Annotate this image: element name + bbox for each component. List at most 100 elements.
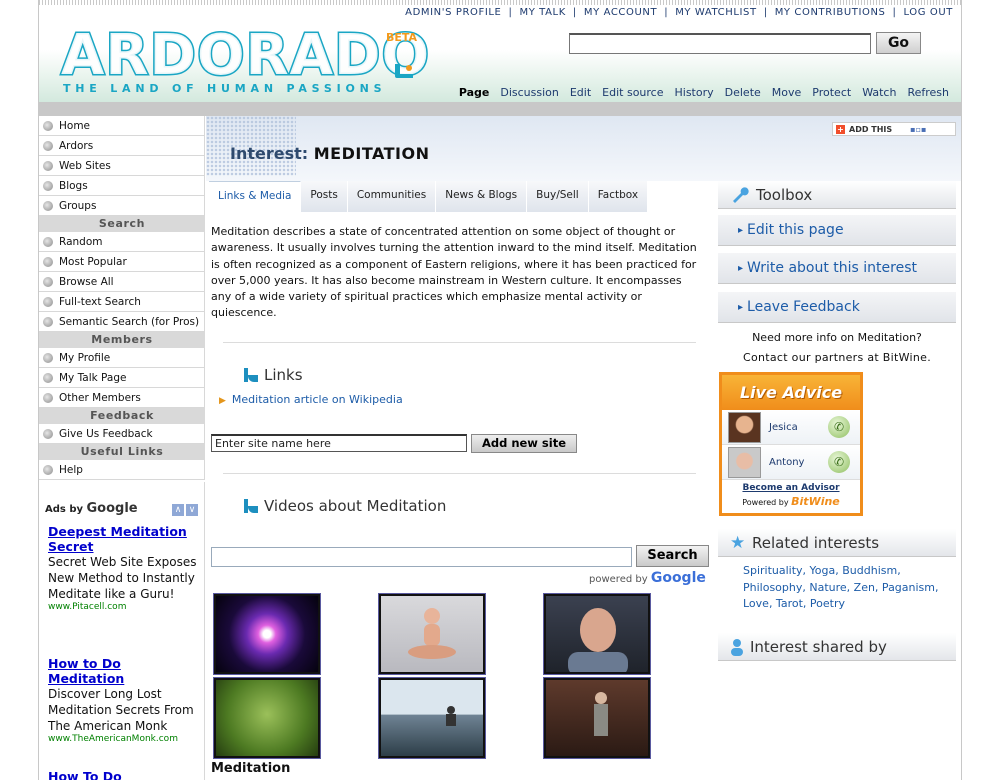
sidebar-item-full-text-search[interactable]: Full-text Search: [39, 292, 205, 312]
phone-icon[interactable]: ✆: [828, 451, 850, 473]
sidebar-item-my-talk-page[interactable]: My Talk Page: [39, 368, 205, 388]
tab-communities[interactable]: Communities: [347, 181, 437, 212]
site-search-input[interactable]: [569, 33, 871, 54]
top-nav: ADMIN'S PROFILE | MY TALK | MY ACCOUNT | MY…: [405, 7, 953, 18]
sidebar-item-give-us-feedback[interactable]: Give Us Feedback: [39, 424, 205, 444]
action-move[interactable]: Move: [772, 86, 802, 99]
silhouette-icon: [446, 706, 456, 726]
advisor-name: Antony: [769, 456, 805, 468]
my-talk-link[interactable]: MY TALK: [519, 7, 565, 18]
ad-description: Secret Web Site Exposes New Method to In…: [48, 555, 197, 601]
admins-profile-link[interactable]: ADMIN'S PROFILE: [405, 7, 501, 18]
sidebar: Home Ardors Web Sites Blogs Groups Searc…: [39, 116, 205, 480]
sidebar-item-help[interactable]: Help: [39, 460, 205, 480]
video-caption: Meditation: [211, 761, 291, 776]
tab-news-blogs[interactable]: News & Blogs: [436, 181, 528, 212]
video-thumbnail[interactable]: [378, 677, 486, 759]
bullet-icon: [43, 120, 53, 131]
standing-person-icon: [594, 692, 608, 736]
ads-next-icon[interactable]: ∨: [186, 504, 198, 516]
ad-item: How to Do Meditation Discover Long Lost …: [48, 656, 198, 744]
video-search-input[interactable]: [211, 547, 632, 567]
sidebar-item-ardors[interactable]: Ardors: [39, 136, 205, 156]
ads-by-google[interactable]: Ads by Google: [45, 501, 138, 516]
video-thumbnail[interactable]: [213, 677, 321, 759]
bullet-icon: [43, 276, 53, 287]
sidebar-item-semantic-search[interactable]: Semantic Search (for Pros): [39, 312, 205, 332]
action-edit-source[interactable]: Edit source: [602, 86, 663, 99]
video-thumbnail[interactable]: [378, 593, 486, 675]
section-logo-icon: [244, 499, 258, 513]
video-search-button[interactable]: Search: [636, 545, 709, 567]
leave-feedback-button[interactable]: Leave Feedback: [718, 292, 956, 323]
wrench-icon: [733, 186, 749, 203]
tab-posts[interactable]: Posts: [301, 181, 348, 212]
arrow-icon: ▶: [219, 396, 226, 406]
log-out-link[interactable]: LOG OUT: [903, 7, 953, 18]
video-thumbnail[interactable]: [543, 593, 651, 675]
logo-fill: ARDORADO: [61, 23, 431, 88]
bullet-icon: [43, 160, 53, 171]
link-wikipedia[interactable]: ▶ Meditation article on Wikipedia: [219, 393, 403, 406]
tab-factbox[interactable]: Factbox: [588, 181, 649, 212]
videos-heading: Videos about Meditation: [244, 497, 446, 515]
sidebar-item-my-profile[interactable]: My Profile: [39, 348, 205, 368]
bullet-icon: [43, 140, 53, 151]
sidebar-item-home[interactable]: Home: [39, 116, 205, 136]
write-about-interest-button[interactable]: Write about this interest: [718, 253, 956, 284]
sidebar-heading-feedback: Feedback: [39, 408, 205, 424]
become-advisor-link[interactable]: Become an Advisor: [722, 483, 860, 493]
sidebar-item-blogs[interactable]: Blogs: [39, 176, 205, 196]
sidebar-item-other-members[interactable]: Other Members: [39, 388, 205, 408]
top-stripe: [39, 0, 961, 5]
share-icons: ▪▫▪: [910, 124, 927, 134]
site-name-input[interactable]: Enter site name here: [211, 434, 467, 452]
bullet-icon: [43, 392, 53, 403]
sidebar-item-browse-all[interactable]: Browse All: [39, 272, 205, 292]
sidebar-item-groups[interactable]: Groups: [39, 196, 205, 216]
action-history[interactable]: History: [675, 86, 714, 99]
ad-url[interactable]: www.Pitacell.com: [48, 602, 198, 612]
my-contributions-link[interactable]: MY CONTRIBUTIONS: [775, 7, 886, 18]
go-button[interactable]: Go: [876, 32, 921, 54]
sidebar-item-web-sites[interactable]: Web Sites: [39, 156, 205, 176]
tab-buy-sell[interactable]: Buy/Sell: [527, 181, 589, 212]
ads-prev-icon[interactable]: ∧: [172, 504, 184, 516]
action-watch[interactable]: Watch: [862, 86, 896, 99]
video-thumbnail[interactable]: [213, 593, 321, 675]
ad-title[interactable]: How To Do Meditation?: [48, 769, 198, 780]
section-logo-icon: [244, 368, 258, 382]
action-page[interactable]: Page: [459, 86, 490, 99]
advisor-row[interactable]: Jesica ✆: [722, 410, 860, 445]
my-watchlist-link[interactable]: MY WATCHLIST: [675, 7, 757, 18]
action-refresh[interactable]: Refresh: [907, 86, 949, 99]
action-delete[interactable]: Delete: [725, 86, 761, 99]
interest-description: Meditation describes a state of concentr…: [211, 225, 697, 320]
sidebar-heading-search: Search: [39, 216, 205, 232]
add-new-site-button[interactable]: Add new site: [471, 434, 577, 453]
my-account-link[interactable]: MY ACCOUNT: [584, 7, 657, 18]
edit-this-page-button[interactable]: Edit this page: [718, 215, 956, 246]
ad-title[interactable]: How to Do Meditation: [48, 656, 198, 686]
action-discussion[interactable]: Discussion: [500, 86, 559, 99]
bullet-icon: [43, 352, 53, 363]
person-icon: [731, 638, 743, 656]
related-interests-list[interactable]: Spirituality, Yoga, Buddhism, Philosophy…: [743, 563, 953, 613]
related-interests-heading: ★ Related interests: [718, 529, 956, 557]
sidebar-item-random[interactable]: Random: [39, 232, 205, 252]
add-this-button[interactable]: + ADD THIS ▪▫▪: [832, 122, 956, 136]
phone-icon[interactable]: ✆: [828, 416, 850, 438]
header: ADMIN'S PROFILE | MY TALK | MY ACCOUNT | MY…: [39, 0, 961, 102]
tab-links-media[interactable]: Links & Media: [209, 181, 302, 212]
person-portrait-icon: [568, 608, 628, 672]
sidebar-item-most-popular[interactable]: Most Popular: [39, 252, 205, 272]
video-thumbnail[interactable]: [543, 677, 651, 759]
bullet-icon: [43, 428, 53, 439]
powered-by-bitwine: Powered by BitWine: [742, 495, 840, 508]
action-protect[interactable]: Protect: [812, 86, 851, 99]
ad-title[interactable]: Deepest Meditation Secret: [48, 524, 198, 554]
divider: [223, 473, 696, 474]
advisor-row[interactable]: Antony ✆: [722, 445, 860, 480]
ad-url[interactable]: www.TheAmericanMonk.com: [48, 734, 198, 744]
action-edit[interactable]: Edit: [570, 86, 591, 99]
